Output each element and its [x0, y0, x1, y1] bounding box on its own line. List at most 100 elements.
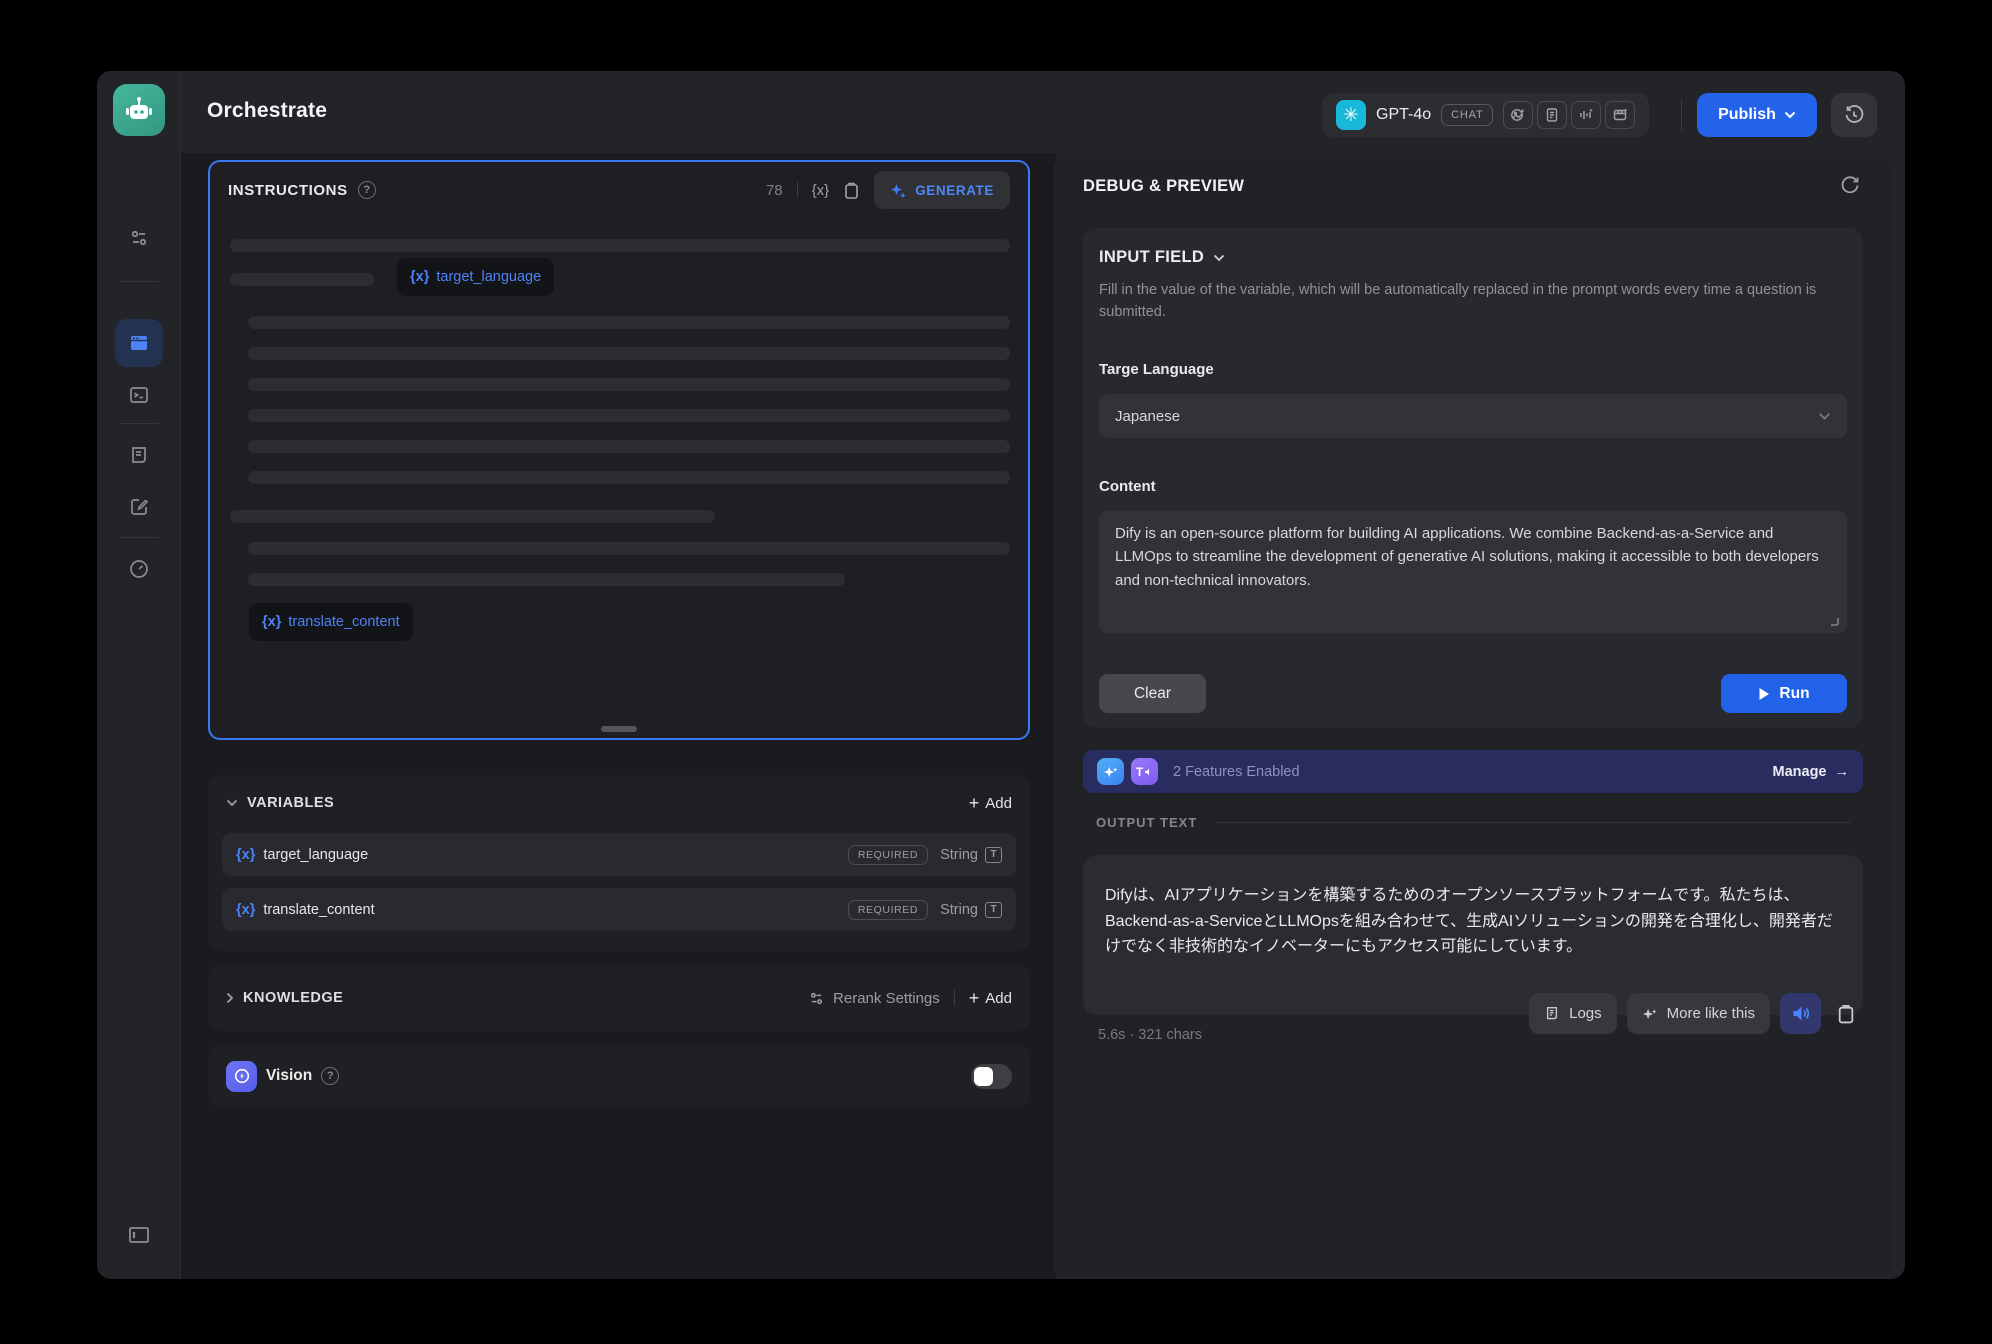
- vision-title: Vision: [266, 1067, 312, 1085]
- rerank-settings-button[interactable]: Rerank Settings: [808, 990, 940, 1007]
- sliders-icon: [808, 990, 825, 1007]
- output-text: Difyは、AIアプリケーションを構築するためのオープンソースプラットフォームで…: [1105, 883, 1841, 960]
- publish-label: Publish: [1718, 106, 1776, 124]
- content-label: Content: [1099, 478, 1156, 495]
- publish-button[interactable]: Publish: [1697, 93, 1817, 137]
- app-window: Orchestrate ✳ GPT-4o CHAT: [97, 71, 1905, 1279]
- string-type-icon: T: [985, 902, 1002, 918]
- tts-letter: T: [1136, 765, 1143, 779]
- clear-button[interactable]: Clear: [1099, 674, 1206, 713]
- logs-button[interactable]: Logs: [1529, 993, 1617, 1034]
- model-capability-icons: [1503, 101, 1635, 129]
- sparkle-icon: [890, 182, 907, 199]
- required-badge: REQUIRED: [848, 900, 928, 920]
- input-field-header[interactable]: INPUT FIELD: [1099, 248, 1847, 267]
- log-document-icon: [128, 444, 150, 466]
- run-button[interactable]: Run: [1721, 674, 1847, 713]
- knowledge-header[interactable]: KNOWLEDGE Rerank Settings + Add: [208, 965, 1030, 1031]
- divider: [797, 182, 798, 198]
- more-like-this-button[interactable]: More like this: [1627, 993, 1770, 1034]
- video-capability-icon: [1605, 101, 1635, 129]
- toggle-knob: [974, 1067, 993, 1086]
- variable-type: String: [940, 847, 978, 863]
- sidebar-collapse-button[interactable]: [115, 1211, 163, 1259]
- rerank-label: Rerank Settings: [833, 990, 940, 1007]
- add-variable-button[interactable]: + Add: [969, 793, 1012, 814]
- instructions-title: INSTRUCTIONS: [228, 182, 348, 199]
- variable-name: target_language: [263, 847, 368, 863]
- target-language-value: Japanese: [1115, 408, 1180, 425]
- gauge-icon: [128, 558, 150, 580]
- sidebar-item-logs[interactable]: [115, 431, 163, 479]
- input-field-title: INPUT FIELD: [1099, 248, 1204, 267]
- target-language-label: Targe Language: [1099, 361, 1214, 378]
- app-logo-robot-icon[interactable]: [113, 84, 165, 136]
- run-label: Run: [1779, 685, 1809, 703]
- sidebar-item-annotation[interactable]: [115, 483, 163, 531]
- sliders-icon: [128, 227, 150, 249]
- instructions-help-icon[interactable]: ?: [358, 181, 376, 199]
- chevron-down-icon: [1818, 412, 1831, 421]
- manage-features-button[interactable]: Manage →: [1773, 764, 1850, 780]
- output-text-header: OUTPUT TEXT: [1096, 815, 1863, 830]
- variable-chip-label: translate_content: [288, 614, 399, 630]
- features-bar[interactable]: T 2 Features Enabled Manage →: [1083, 750, 1863, 793]
- vision-capability-icon: [1503, 101, 1533, 129]
- instructions-panel[interactable]: INSTRUCTIONS ? 78 {x} GENERATE: [208, 160, 1030, 740]
- collapse-panel-icon: [127, 1224, 151, 1246]
- variable-symbol: {x}: [262, 614, 281, 630]
- model-chat-badge: CHAT: [1441, 104, 1493, 126]
- restart-button[interactable]: [1840, 175, 1861, 196]
- clear-label: Clear: [1134, 685, 1171, 703]
- logs-label: Logs: [1569, 1005, 1602, 1022]
- document-capability-icon: [1537, 101, 1567, 129]
- variable-symbol: {x}: [236, 847, 255, 863]
- panel-resize-handle[interactable]: [601, 726, 637, 732]
- page-title: Orchestrate: [207, 99, 327, 123]
- add-knowledge-button[interactable]: + Add: [969, 988, 1012, 1009]
- vision-toggle[interactable]: [971, 1064, 1012, 1089]
- variable-chip-target-language[interactable]: {x} target_language: [397, 258, 554, 296]
- play-audio-button[interactable]: [1780, 993, 1821, 1034]
- copy-icon[interactable]: [843, 181, 860, 200]
- sidebar-item-orchestrate[interactable]: [115, 319, 163, 367]
- speaker-icon: [1791, 1004, 1810, 1023]
- textarea-resize-handle[interactable]: [1829, 616, 1840, 627]
- vision-help-icon[interactable]: ?: [321, 1067, 339, 1085]
- play-icon: [1758, 687, 1770, 701]
- edit-icon: [128, 496, 150, 518]
- robot-icon: [124, 95, 154, 125]
- copy-output-button[interactable]: [1831, 993, 1861, 1034]
- variable-symbol: {x}: [410, 269, 429, 285]
- variables-header[interactable]: VARIABLES + Add: [208, 775, 1030, 831]
- content-textarea[interactable]: Dify is an open-source platform for buil…: [1099, 511, 1847, 633]
- variable-chip-translate-content[interactable]: {x} translate_content: [249, 603, 413, 641]
- insert-variable-button[interactable]: {x}: [812, 182, 830, 199]
- refresh-icon: [1840, 175, 1861, 196]
- variable-chip-label: target_language: [436, 269, 541, 285]
- window-app-icon: [128, 332, 150, 354]
- instructions-header: INSTRUCTIONS ? 78 {x} GENERATE: [210, 162, 1028, 218]
- sidebar-item-monitoring[interactable]: [115, 545, 163, 593]
- sparkle-icon: [1642, 1006, 1658, 1022]
- debug-preview-title: DEBUG & PREVIEW: [1083, 177, 1244, 196]
- variable-row-translate-content[interactable]: {x} translate_content REQUIRED String T: [222, 888, 1016, 931]
- output-card: Difyは、AIアプリケーションを構築するためのオープンソースプラットフォームで…: [1083, 855, 1863, 1015]
- openai-logo-icon: ✳: [1336, 100, 1366, 130]
- history-button[interactable]: [1831, 93, 1877, 137]
- generate-button[interactable]: GENERATE: [874, 171, 1010, 209]
- knowledge-section: KNOWLEDGE Rerank Settings + Add: [208, 965, 1030, 1031]
- output-stats: 5.6s · 321 chars: [1098, 1027, 1202, 1043]
- sidebar-item-terminal[interactable]: [115, 371, 163, 419]
- vision-section: Vision ?: [208, 1045, 1030, 1107]
- model-selector[interactable]: ✳ GPT-4o CHAT: [1322, 93, 1649, 137]
- sidebar-item-settings[interactable]: [115, 214, 163, 262]
- target-language-select[interactable]: Japanese: [1099, 394, 1847, 438]
- variable-row-target-language[interactable]: {x} target_language REQUIRED String T: [222, 833, 1016, 876]
- chevron-down-icon: [226, 799, 238, 807]
- arrow-right-icon: →: [1835, 764, 1850, 780]
- clipboard-icon: [1837, 1004, 1855, 1024]
- variable-name: translate_content: [263, 902, 374, 918]
- input-field-card: INPUT FIELD Fill in the value of the var…: [1083, 228, 1863, 728]
- output-controls: Logs More like this: [1529, 993, 1861, 1034]
